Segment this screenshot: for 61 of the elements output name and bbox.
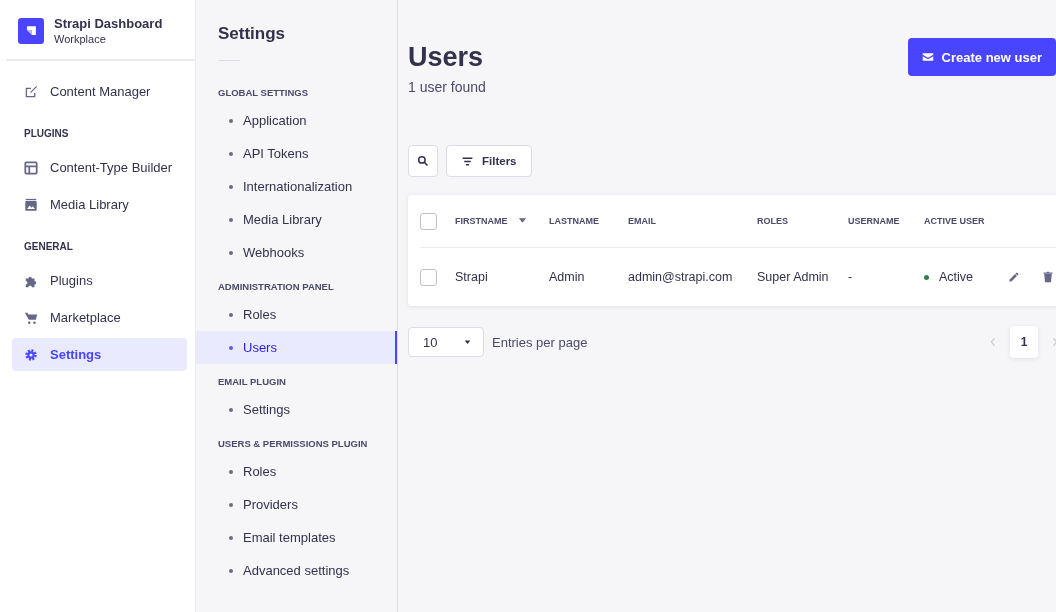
brand-title: Strapi Dashboard — [54, 16, 163, 31]
settings-section-label: EMAIL PLUGIN — [217, 375, 287, 389]
page-size-select[interactable]: 10 — [408, 327, 484, 357]
nav-item[interactable]: Plugins — [12, 264, 187, 297]
column-header: ROLES — [757, 216, 788, 226]
nav-section-label: PLUGINS — [23, 127, 70, 141]
brand-subtitle: Workplace — [54, 33, 107, 45]
select-all-checkbox[interactable] — [420, 212, 437, 230]
table-cell: Super Admin — [757, 270, 829, 284]
settings-menu-item[interactable]: Settings — [196, 393, 397, 426]
settings-menu-item[interactable]: Roles — [196, 298, 397, 331]
search-icon — [417, 155, 429, 167]
column-header: LASTNAME — [549, 216, 599, 226]
status-text: Active — [939, 270, 974, 284]
image-icon — [24, 197, 38, 212]
page-button[interactable]: 1 — [1010, 326, 1038, 358]
filters-button[interactable]: Filters — [446, 145, 532, 177]
column-header: FIRSTNAME — [455, 216, 508, 226]
nav-section-label: GENERAL — [23, 240, 74, 254]
entries-label: Entries per page — [492, 334, 588, 350]
settings-menu-item[interactable]: API Tokens — [196, 137, 397, 170]
logo-icon — [18, 17, 44, 44]
settings-menu-item[interactable]: Application — [196, 104, 397, 137]
settings-menu-item[interactable]: Roles — [196, 455, 397, 488]
table-cell: Strapi — [455, 270, 488, 284]
settings-menu-item[interactable]: Email templates — [196, 521, 397, 554]
nav-item[interactable]: Marketplace — [12, 301, 187, 334]
sort-caret-icon[interactable] — [517, 218, 527, 224]
edit-icon[interactable] — [1008, 271, 1020, 283]
table-cell: - — [848, 270, 853, 284]
row-checkbox[interactable] — [420, 268, 437, 286]
settings-menu-item[interactable]: Media Library — [196, 203, 397, 236]
nav-item[interactable]: Settings — [12, 338, 187, 371]
column-header: EMAIL — [628, 216, 656, 226]
settings-menu-item[interactable]: Webhooks — [196, 236, 397, 269]
settings-section-label: ADMINISTRATION PANEL — [217, 280, 335, 294]
caret-icon — [464, 339, 471, 345]
mail-icon — [921, 51, 934, 63]
nav-item[interactable]: Content Manager — [12, 75, 187, 108]
settings-section-label: GLOBAL SETTINGS — [217, 86, 310, 100]
settings-icon — [24, 347, 38, 362]
settings-section-label: USERS & PERMISSIONS PLUGIN — [217, 437, 369, 451]
nav-item[interactable]: Content-Type Builder — [12, 151, 187, 184]
layout-icon — [24, 160, 38, 175]
settings-menu-item[interactable]: Users — [196, 331, 397, 364]
search-button[interactable] — [408, 145, 438, 177]
page-title: Users — [408, 42, 485, 73]
table-cell: admin@strapi.com — [628, 270, 733, 284]
settings-title: Settings — [217, 23, 287, 44]
column-header: USERNAME — [848, 216, 900, 226]
settings-menu-item[interactable]: Advanced settings — [196, 554, 397, 587]
pen-icon — [24, 84, 38, 99]
page-subtitle: 1 user found — [408, 79, 486, 95]
table-cell: Admin — [549, 270, 585, 284]
settings-menu-item[interactable]: Providers — [196, 488, 397, 521]
column-header: ACTIVE USER — [924, 216, 985, 226]
nav-item[interactable]: Media Library — [12, 188, 187, 221]
cart-icon — [24, 310, 38, 325]
settings-menu-item[interactable]: Internationalization — [196, 170, 397, 203]
create-user-button[interactable]: Create new user — [907, 38, 1056, 76]
delete-icon[interactable] — [1042, 271, 1054, 283]
